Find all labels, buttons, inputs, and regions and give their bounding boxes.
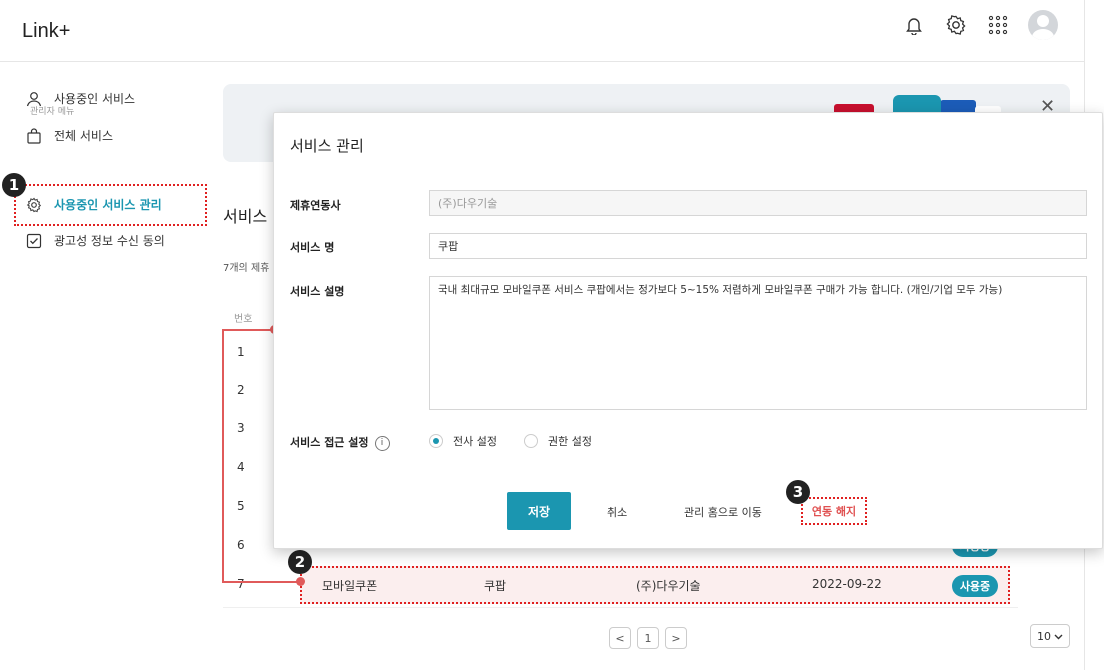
sidebar-item-all-services[interactable]: 전체 서비스 xyxy=(26,127,113,144)
radio-company-setting[interactable]: 전사 설정 xyxy=(429,433,497,449)
annotation-highlight-sidebar xyxy=(14,184,207,226)
header-actions xyxy=(902,10,1058,40)
cell-date: 2022-09-22 xyxy=(812,577,882,591)
access-setting-label: 서비스 접근 설정 i xyxy=(290,434,390,451)
sidebar-item-label: 전체 서비스 xyxy=(54,129,114,143)
access-setting-label-text: 서비스 접근 설정 xyxy=(290,436,369,449)
annotation-badge-3: 3 xyxy=(786,480,810,504)
row-number: 1 xyxy=(237,345,245,359)
row-number: 5 xyxy=(237,499,245,513)
pagination-prev[interactable]: < xyxy=(609,627,631,649)
cell-service-name: 쿠팝 xyxy=(484,579,507,593)
app-logo[interactable]: Link+ xyxy=(22,20,70,43)
pagination-page[interactable]: 1 xyxy=(637,627,659,649)
sidebar-item-label: 광고성 정보 수신 동의 xyxy=(54,234,165,248)
row-number: 4 xyxy=(237,460,245,474)
sidebar-item-ad-consent[interactable]: 광고성 정보 수신 동의 xyxy=(26,232,165,249)
page-size-value: 10 xyxy=(1037,629,1051,643)
table-divider xyxy=(223,607,1018,608)
gear-icon[interactable] xyxy=(944,13,968,37)
info-icon[interactable]: i xyxy=(374,435,390,451)
result-count: 7개의 제휴 xyxy=(223,263,270,274)
annotation-connector xyxy=(222,329,275,331)
service-desc-label: 서비스 설명 xyxy=(290,285,345,298)
radio-label: 권한 설정 xyxy=(548,435,592,448)
partner-field: (주)다우기술 xyxy=(429,190,1087,216)
cell-category: 모바일쿠폰 xyxy=(322,579,378,593)
annotation-dot xyxy=(296,577,305,586)
column-header-number: 번호 xyxy=(234,314,253,325)
radio-label: 전사 설정 xyxy=(453,435,497,448)
row-number: 7 xyxy=(237,577,245,591)
cancel-button[interactable]: 취소 xyxy=(607,504,627,520)
grid-icon[interactable] xyxy=(986,13,1010,37)
app-root: Link+ 사용중인 서비스 전체 서비스 관리자 메뉴 사용중인 서비스 관리… xyxy=(0,0,1104,670)
avatar[interactable] xyxy=(1028,10,1058,40)
page-title: 서비스 xyxy=(223,207,268,226)
radio-permission-setting[interactable]: 권한 설정 xyxy=(524,433,592,449)
service-name-label: 서비스 명 xyxy=(290,241,335,254)
row-number: 6 xyxy=(237,538,245,552)
annotation-badge-2: 2 xyxy=(288,550,312,574)
radio-selected-icon xyxy=(429,434,443,448)
service-name-field[interactable]: 쿠팝 xyxy=(429,233,1087,259)
bag-icon xyxy=(26,127,42,144)
page-size-select[interactable]: 10 xyxy=(1030,624,1070,648)
annotation-connector xyxy=(222,329,224,583)
row-number: 3 xyxy=(237,421,245,435)
go-admin-home-button[interactable]: 관리 홈으로 이동 xyxy=(684,504,762,520)
service-manage-modal: 서비스 관리 제휴연동사 (주)다우기술 서비스 명 쿠팝 서비스 설명 국내 … xyxy=(273,112,1103,549)
modal-title: 서비스 관리 xyxy=(290,137,364,155)
chevron-down-icon xyxy=(1054,630,1063,643)
service-desc-field[interactable]: 국내 최대규모 모바일쿠폰 서비스 쿠팝에서는 정가보다 5~15% 저렴하게 … xyxy=(429,276,1087,410)
checkbox-icon xyxy=(26,233,42,249)
status-badge: 사용중 xyxy=(952,575,998,597)
radio-unselected-icon xyxy=(524,434,538,448)
partner-label: 제휴연동사 xyxy=(290,199,341,212)
sidebar-section-admin: 관리자 메뉴 xyxy=(30,107,75,117)
top-header: Link+ xyxy=(0,0,1084,62)
save-button[interactable]: 저장 xyxy=(507,492,571,530)
cell-partner: (주)다우기술 xyxy=(636,579,701,593)
pagination-next[interactable]: > xyxy=(665,627,687,649)
annotation-badge-1: 1 xyxy=(2,173,26,197)
unlink-button[interactable]: 연동 해지 xyxy=(801,497,867,525)
row-number: 2 xyxy=(237,383,245,397)
bell-icon[interactable] xyxy=(902,13,926,37)
annotation-connector xyxy=(222,581,300,583)
